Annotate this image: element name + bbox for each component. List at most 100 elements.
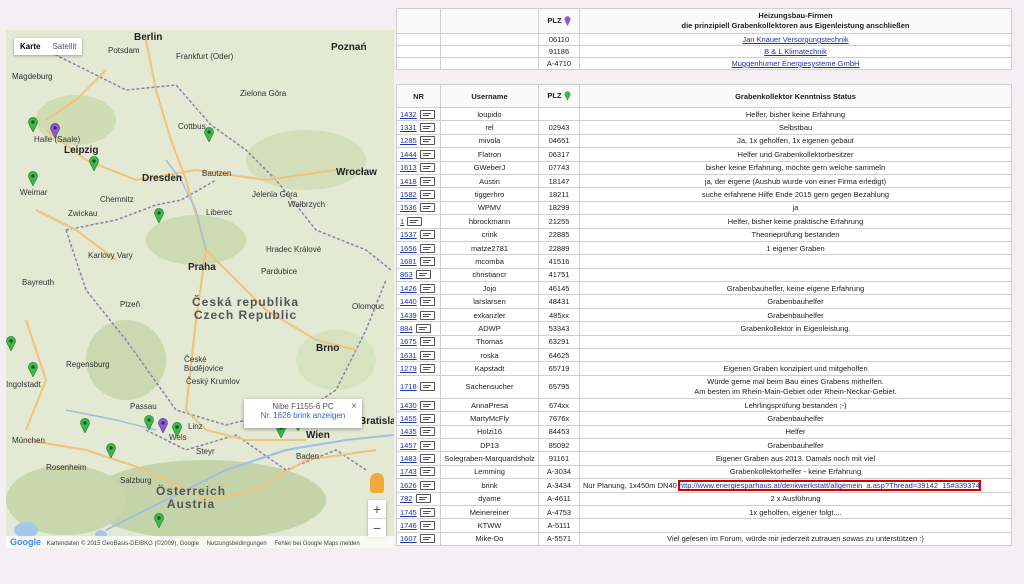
close-icon[interactable]: × [351,401,357,412]
message-icon[interactable] [419,163,435,173]
member-nr-link[interactable]: 1607 [400,534,417,543]
member-nr-link[interactable]: 1285 [400,136,417,145]
city-label: Karlovy Vary [88,251,133,260]
map-marker-purple[interactable] [50,123,60,138]
message-icon[interactable] [419,149,435,159]
member-nr-link[interactable]: 1455 [400,414,417,423]
zoom-control[interactable]: + − [368,500,386,537]
message-icon[interactable] [419,364,435,374]
map-marker-green[interactable] [28,171,38,186]
message-icon[interactable] [419,123,435,133]
map-marker-green[interactable] [89,156,99,171]
message-icon[interactable] [419,427,435,437]
message-icon[interactable] [419,521,435,531]
map-marker-green[interactable] [154,513,164,528]
member-nr-link[interactable]: 1681 [400,257,417,266]
member-nr-link[interactable]: 1745 [400,508,417,517]
firm-link[interactable]: Muggenhumer Energiesysteme GmbH [732,59,860,68]
message-icon[interactable] [415,323,431,333]
member-nr-link[interactable]: 1718 [400,382,417,392]
map-type-satellit[interactable]: Satellit [46,38,82,55]
message-icon[interactable] [419,507,435,517]
member-nr-link[interactable]: 1626 [400,481,417,490]
map-type-karte[interactable]: Karte [14,38,46,55]
member-nr-link[interactable]: 1440 [400,297,417,306]
member-nr-link[interactable]: 1631 [400,351,417,360]
message-icon[interactable] [419,109,435,119]
member-nr-link[interactable]: 1537 [400,230,417,239]
message-icon[interactable] [419,310,435,320]
message-icon[interactable] [419,230,435,240]
info-window-link[interactable]: Nr. 1626 brink anzeigen [261,411,346,420]
member-nr-link[interactable]: 1675 [400,337,417,346]
zoom-out-button[interactable]: − [368,519,386,537]
firm-link[interactable]: Jan Knauer Versorgungstechnik [742,35,848,44]
map-marker-green[interactable] [172,422,182,437]
table-row: 1279 Kapstadt 65719 Eigenen Graben konzipie… [396,361,1012,376]
member-nr-link[interactable]: 1 [400,217,404,226]
map-marker-purple[interactable] [158,418,168,433]
member-nr-link[interactable]: 884 [400,324,413,333]
member-nr-link[interactable]: 1483 [400,454,417,463]
member-nr-link[interactable]: 863 [400,270,413,279]
member-nr-link[interactable]: 1582 [400,190,417,199]
member-nr-link[interactable]: 1746 [400,521,417,530]
firm-link[interactable]: B & L Klimatechnik [764,47,827,56]
member-nr-link[interactable]: 1435 [400,427,417,436]
message-icon[interactable] [419,413,435,423]
member-nr-link[interactable]: 1536 [400,203,417,212]
map-marker-green[interactable] [80,418,90,433]
message-icon[interactable] [419,382,435,392]
terms-link[interactable]: Nutzungsbedingungen [207,541,267,547]
map-marker-green[interactable] [154,208,164,223]
member-nr-link[interactable]: 1430 [400,401,417,410]
map-type-control[interactable]: Karte Satellit [14,38,83,55]
map-marker-green[interactable] [28,362,38,377]
message-icon[interactable] [415,270,431,280]
message-icon[interactable] [419,283,435,293]
member-nr-link[interactable]: 1444 [400,150,417,159]
member-nr-link[interactable]: 1331 [400,123,417,132]
username-cell: Flatron [440,147,539,162]
message-icon[interactable] [419,243,435,253]
username-cell: matze2781 [440,240,539,256]
message-icon[interactable] [419,534,435,544]
message-icon[interactable] [419,176,435,186]
message-icon[interactable] [419,203,435,213]
member-nr-link[interactable]: 1279 [400,364,417,373]
message-icon[interactable] [419,467,435,477]
member-nr-link[interactable]: 1613 [400,163,417,172]
message-icon[interactable] [419,190,435,200]
member-nr-link[interactable]: 1418 [400,177,417,186]
message-icon[interactable] [415,494,431,504]
message-icon[interactable] [419,400,435,410]
pegman-icon[interactable] [370,473,384,493]
message-icon[interactable] [419,256,435,266]
map-view[interactable]: Karte Satellit Berlin Potsdam Frankfurt … [6,30,394,548]
report-link[interactable]: Fehler bei Google Maps melden [274,541,359,547]
map-marker-green[interactable] [6,336,16,351]
member-nr-link[interactable]: 1656 [400,244,417,253]
member-nr-link[interactable]: 1743 [400,467,417,476]
member-nr-link[interactable]: 782 [400,494,413,503]
table-row: 1681 mcomba 41516 [396,254,1012,269]
message-icon[interactable] [419,136,435,146]
message-icon[interactable] [419,480,435,490]
map-marker-green[interactable] [144,415,154,430]
map-marker-green[interactable] [28,117,38,132]
map-marker-green[interactable] [106,443,116,458]
member-nr-link[interactable]: 1457 [400,441,417,450]
message-icon[interactable] [419,350,435,360]
member-nr-link[interactable]: 1432 [400,110,417,119]
zoom-in-button[interactable]: + [368,500,386,519]
message-icon[interactable] [419,454,435,464]
map-marker-green[interactable] [204,127,214,142]
message-icon[interactable] [419,440,435,450]
member-nr-link[interactable]: 1439 [400,311,417,320]
nr-cell: 1536 [396,200,441,216]
thread-link[interactable]: http://www.energiesparhaus.at/denkwerkst… [677,479,981,491]
message-icon[interactable] [419,337,435,347]
message-icon[interactable] [419,297,435,307]
message-icon[interactable] [407,216,423,226]
member-nr-link[interactable]: 1426 [400,284,417,293]
